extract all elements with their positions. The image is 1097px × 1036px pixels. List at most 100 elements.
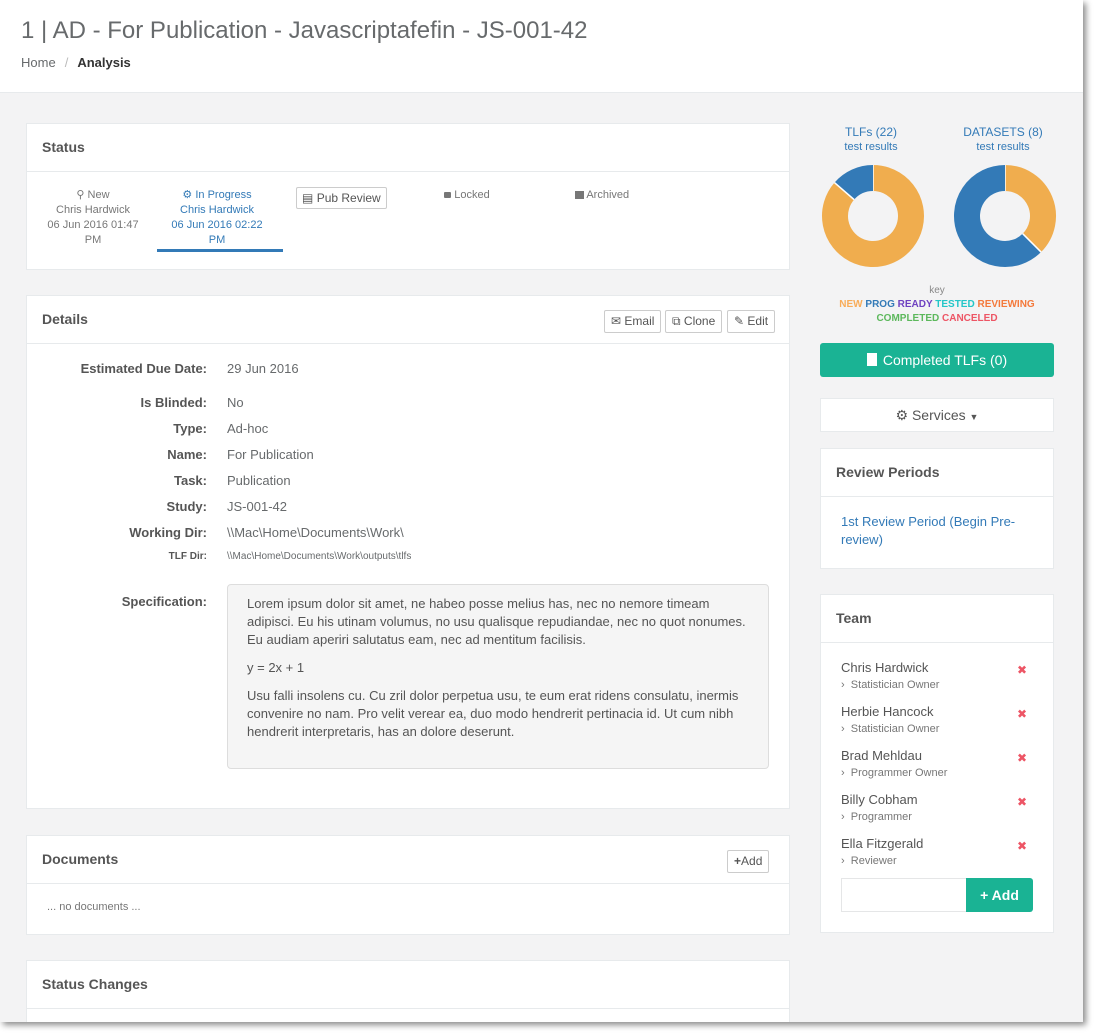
documents-panel-header: Documents +Add: [27, 836, 789, 884]
status-step-time: PM: [84, 234, 102, 246]
key-item-ready: READY: [897, 299, 933, 310]
status-step-in-progress[interactable]: ⚙ In Progress Chris Hardwick 06 Jun 2016…: [165, 188, 269, 248]
services-dropdown[interactable]: ⚙ Services ▼: [820, 398, 1054, 432]
status-step-new[interactable]: ⚲ New Chris Hardwick 06 Jun 2016 01:47 P…: [41, 188, 145, 248]
key-item-new: NEW: [839, 299, 863, 310]
caret-down-icon: ▼: [969, 412, 979, 422]
app-window: 1 | AD - For Publication - Javascriptafe…: [0, 0, 1083, 1022]
status-changes-header: Status Changes: [27, 961, 789, 1009]
edit-button[interactable]: ✎ Edit: [727, 310, 776, 333]
field-key: Estimated Due Date:: [80, 361, 207, 376]
team-member: Brad Mehldau › Programmer Owner: [841, 748, 947, 779]
chart-title-text: DATASETS (8): [963, 125, 1043, 139]
remove-member-icon[interactable]: ✖: [1017, 839, 1027, 853]
remove-member-icon[interactable]: ✖: [1017, 751, 1027, 765]
status-step-label: Pub Review: [316, 191, 381, 205]
details-panel-header: Details ✉ Email ⧉ Clone ✎ Edit: [27, 296, 789, 344]
status-changes-title: Status Changes: [42, 976, 148, 992]
review-period-link[interactable]: 1st Review Period (Begin Pre-review): [841, 513, 1031, 549]
team-member-name: Brad Mehldau: [841, 748, 922, 763]
specification-formula: y = 2x + 1: [247, 660, 305, 675]
status-step-pub-review[interactable]: ▤ Pub Review: [296, 187, 387, 209]
status-step-user: Chris Hardwick: [56, 204, 130, 216]
field-key: Study:: [166, 499, 207, 514]
remove-member-icon[interactable]: ✖: [1017, 663, 1027, 677]
review-periods-panel: Review Periods 1st Review Period (Begin …: [820, 448, 1054, 569]
team-member-role: Statistician Owner: [850, 679, 940, 691]
key-item-tested: TESTED: [935, 299, 975, 310]
team-member-input[interactable]: [841, 878, 967, 912]
add-document-button[interactable]: +Add: [727, 850, 770, 873]
status-step-label: New: [87, 189, 110, 201]
remove-member-icon[interactable]: ✖: [1017, 795, 1027, 809]
remove-member-icon[interactable]: ✖: [1017, 707, 1027, 721]
tlfs-donut-chart[interactable]: [821, 164, 925, 268]
lock-icon: [444, 192, 452, 198]
completed-tlfs-label: Completed TLFs (0): [882, 352, 1008, 368]
team-member: Ella Fitzgerald › Reviewer: [841, 836, 923, 867]
chevron-right-icon: ›: [841, 723, 845, 735]
donut-slice-new[interactable]: [1004, 165, 1056, 253]
specification-paragraph: Lorem ipsum dolor sit amet, ne habeo pos…: [247, 596, 746, 647]
status-panel-header: Status: [27, 124, 789, 172]
datasets-donut-chart[interactable]: [953, 164, 1057, 268]
clone-button[interactable]: ⧉ Clone: [665, 310, 723, 333]
list-icon: ▤: [302, 191, 314, 205]
chart-title-text: TLFs (22): [844, 125, 897, 139]
field-value: \\Mac\Home\Documents\Work\outputs\tlfs: [227, 551, 412, 562]
status-step-archived[interactable]: Archived: [552, 188, 652, 203]
field-value: \\Mac\Home\Documents\Work\: [227, 525, 404, 540]
field-key: Working Dir:: [129, 525, 207, 540]
plus-icon: +: [980, 887, 989, 903]
status-step-locked[interactable]: Locked: [422, 188, 512, 203]
pencil-icon: ✎: [734, 314, 745, 328]
team-member-role: Programmer Owner: [850, 767, 948, 779]
file-icon: [866, 353, 877, 366]
field-key: Name:: [167, 447, 207, 462]
key-item-canceled: CANCELED: [942, 313, 998, 324]
chart-subtitle: test results: [844, 141, 898, 153]
breadcrumb-current: Analysis: [77, 55, 131, 70]
add-team-member-label: Add: [991, 887, 1019, 903]
datasets-chart-title[interactable]: DATASETS (8) test results: [952, 125, 1054, 153]
email-button[interactable]: ✉ Email: [604, 310, 662, 333]
team-member-role: Statistician Owner: [850, 723, 940, 735]
team-member-name: Herbie Hancock: [841, 704, 934, 719]
team-title: Team: [836, 610, 872, 626]
status-panel-title: Status: [42, 139, 85, 155]
edit-button-label: Edit: [747, 314, 769, 328]
services-label: Services: [911, 407, 966, 423]
completed-tlfs-button[interactable]: Completed TLFs (0): [820, 343, 1054, 377]
donut-slice-prog[interactable]: [834, 165, 874, 201]
details-panel: Details ✉ Email ⧉ Clone ✎ Edit Estimated…: [26, 295, 790, 809]
status-step-date: 06 Jun 2016 02:22: [171, 219, 263, 231]
team-header: Team: [821, 595, 1053, 643]
team-member-name: Ella Fitzgerald: [841, 836, 924, 851]
review-periods-header: Review Periods: [821, 449, 1053, 497]
team-member-name: Chris Hardwick: [841, 660, 929, 675]
chevron-right-icon: ›: [841, 679, 845, 691]
review-periods-title: Review Periods: [836, 464, 940, 480]
team-member-role: Programmer: [850, 811, 912, 823]
field-value: Ad-hoc: [227, 421, 269, 436]
key-item-prog: PROG: [865, 299, 895, 310]
gear-icon: ⚙: [182, 189, 193, 201]
email-button-label: Email: [624, 314, 655, 328]
copy-icon: ⧉: [672, 314, 681, 328]
chevron-right-icon: ›: [841, 811, 845, 823]
tlfs-chart-title[interactable]: TLFs (22) test results: [820, 125, 922, 153]
field-key: Task:: [174, 473, 207, 488]
field-value: For Publication: [227, 447, 314, 462]
status-step-user: Chris Hardwick: [180, 204, 254, 216]
chevron-right-icon: ›: [841, 855, 845, 867]
field-key: Type:: [173, 421, 207, 436]
status-step-label: Archived: [586, 189, 630, 201]
add-team-member-button[interactable]: + Add: [966, 878, 1033, 912]
breadcrumb: Home / Analysis: [21, 55, 131, 70]
breadcrumb-separator: /: [64, 55, 69, 70]
status-step-time: PM: [208, 234, 226, 246]
breadcrumb-home[interactable]: Home: [21, 55, 56, 70]
team-member: Chris Hardwick › Statistician Owner: [841, 660, 939, 691]
team-member: Billy Cobham › Programmer: [841, 792, 918, 823]
field-value: Publication: [227, 473, 291, 488]
